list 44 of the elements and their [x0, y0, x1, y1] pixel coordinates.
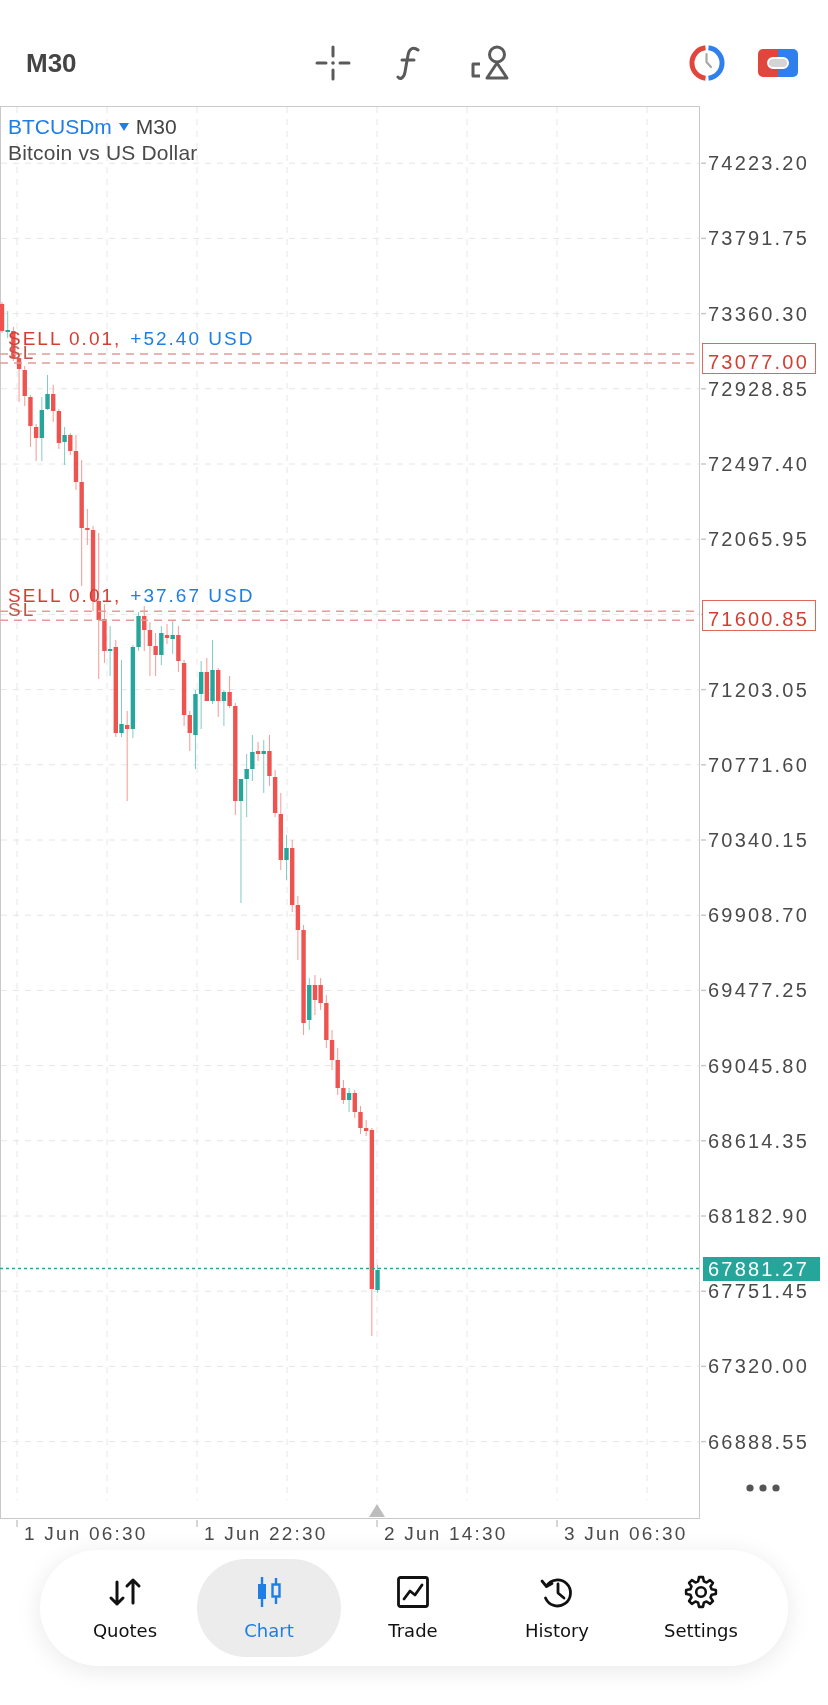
settings-icon	[683, 1574, 719, 1610]
timeframe-label: M30	[135, 114, 177, 140]
time-label: 1 Jun 22:30	[204, 1522, 328, 1546]
time-label: 3 Jun 06:30	[564, 1522, 688, 1546]
price-label: 68614.35	[708, 1128, 810, 1153]
line-chart-icon	[395, 1574, 431, 1610]
nav-tab[interactable]: Trade	[341, 1559, 485, 1657]
stop-loss-price-tag: 73077.00	[702, 351, 816, 374]
price-label: 71203.05	[708, 677, 810, 702]
triangle-marker-icon	[369, 1504, 385, 1517]
price-label: 73791.75	[708, 226, 810, 251]
time-label: 1 Jun 06:30	[24, 1522, 148, 1546]
price-label: 67320.00	[708, 1354, 810, 1379]
price-label: 66888.55	[708, 1429, 810, 1454]
nav-tab[interactable]: History	[485, 1559, 629, 1657]
profit-label: +37.67 USD	[130, 584, 255, 609]
stop-loss-price-tag: 71600.85	[702, 609, 816, 632]
current-price-tag: 67881.27	[703, 1256, 820, 1281]
toggle-icon[interactable]	[756, 48, 799, 78]
price-label: 72928.85	[708, 376, 810, 401]
price-label: 70340.15	[708, 828, 810, 852]
nav-tab[interactable]: Quotes	[53, 1559, 197, 1657]
price-label: 72497.40	[708, 452, 810, 476]
dropdown-caret-icon[interactable]	[118, 123, 129, 131]
price-label: 69477.25	[708, 978, 810, 1003]
price-label: 67751.45	[708, 1279, 810, 1304]
function-icon[interactable]	[395, 45, 422, 81]
profit-label: +52.40 USD	[130, 326, 255, 351]
price-label: 69045.80	[708, 1053, 810, 1078]
symbol-name[interactable]: BTCUSDm	[8, 114, 112, 140]
clock-icon[interactable]	[686, 43, 727, 83]
crosshair-icon[interactable]	[314, 45, 351, 81]
price-label: 74223.20	[708, 151, 810, 176]
symbol-description: Bitcoin vs US Dollar	[8, 140, 198, 166]
price-label: 68182.90	[708, 1204, 810, 1228]
more-icon[interactable]	[746, 1484, 780, 1492]
time-label: 2 Jun 14:30	[384, 1522, 508, 1546]
timeframe-title[interactable]: M30	[26, 47, 77, 79]
price-label: 69908.70	[708, 903, 810, 928]
shapes-icon[interactable]	[469, 45, 510, 81]
price-label: 70771.60	[708, 752, 810, 777]
price-label: 73360.30	[708, 301, 810, 326]
price-label: 72065.95	[708, 527, 810, 552]
nav-tab[interactable]: Settings	[629, 1559, 773, 1657]
